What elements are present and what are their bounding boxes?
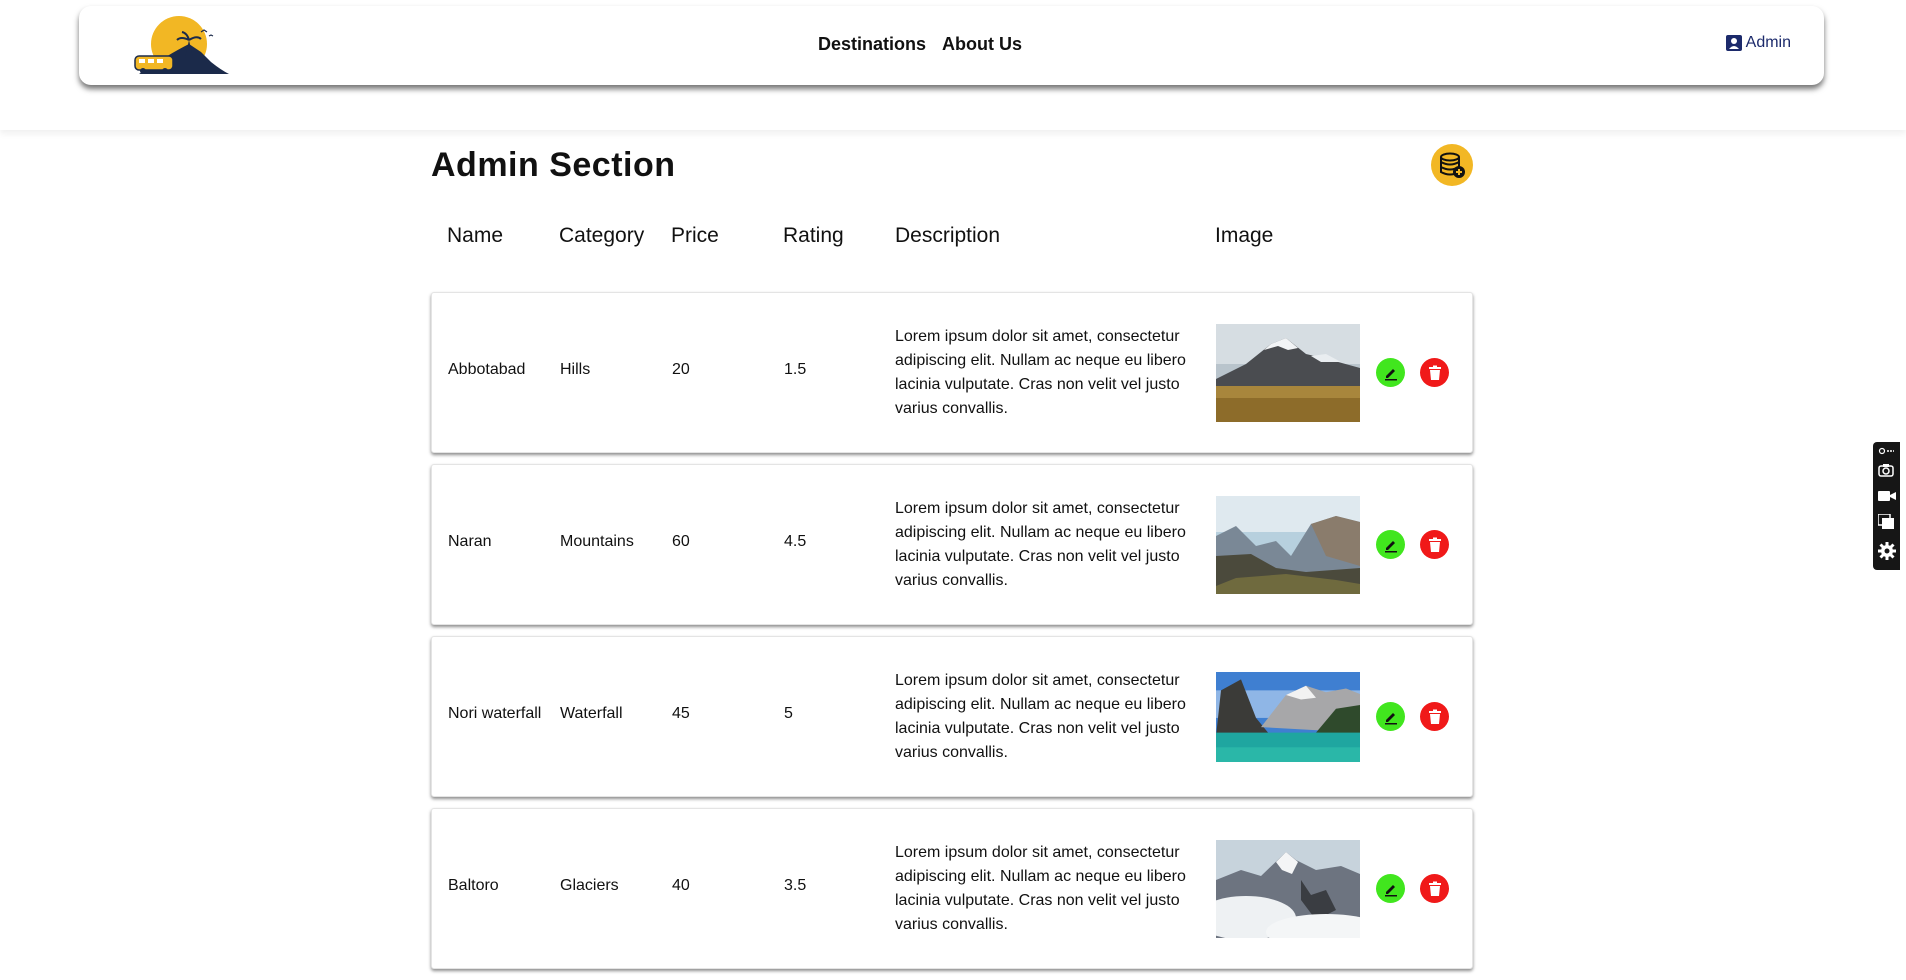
row-description: Lorem ipsum dolor sit amet, consectetur … [895, 328, 1186, 417]
trash-icon [1428, 881, 1441, 896]
row-rating: 4.5 [784, 533, 807, 550]
admin-label: Admin [1745, 34, 1791, 51]
table-row: Baltoro Glaciers 40 3.5 Lorem ipsum dolo… [431, 808, 1473, 969]
logo-icon[interactable] [129, 14, 229, 78]
row-price: 20 [672, 361, 690, 378]
row-category: Mountains [560, 533, 634, 550]
edit-button[interactable] [1376, 702, 1405, 731]
header-price: Price [671, 224, 719, 247]
nav-links: Destinations About Us [818, 34, 1022, 55]
pencil-icon [1384, 712, 1397, 724]
row-name: Baltoro [448, 877, 499, 894]
delete-button[interactable] [1420, 358, 1449, 387]
header-name: Name [447, 224, 504, 247]
row-rating: 3.5 [784, 877, 807, 894]
camera-icon[interactable] [1878, 462, 1894, 478]
trash-icon [1428, 537, 1441, 552]
pencil-icon [1384, 884, 1397, 896]
row-category: Waterfall [560, 705, 623, 722]
gear-icon[interactable] [1878, 542, 1896, 560]
header-description: Description [895, 224, 1001, 247]
pencil-icon [1384, 540, 1397, 552]
admin-link[interactable]: Admin [1725, 34, 1791, 52]
table-row: Naran Mountains 60 4.5 Lorem ipsum dolor… [431, 464, 1473, 625]
row-price: 40 [672, 877, 690, 894]
row-rating: 5 [784, 705, 793, 722]
video-icon[interactable] [1878, 488, 1896, 504]
delete-button[interactable] [1420, 702, 1449, 731]
delete-button[interactable] [1420, 530, 1449, 559]
row-rating: 1.5 [784, 361, 807, 378]
nav-destinations-link[interactable]: Destinations [818, 34, 926, 55]
edit-button[interactable] [1376, 530, 1405, 559]
table-header: Name Category Price Rating Description I… [431, 224, 1473, 254]
table-row: Abbotabad Hills 20 1.5 Lorem ipsum dolor… [431, 292, 1473, 453]
row-price: 60 [672, 533, 690, 550]
trash-icon [1428, 365, 1441, 380]
floating-toolbar [1873, 442, 1900, 570]
destination-image [1216, 840, 1360, 938]
destinations-list: Abbotabad Hills 20 1.5 Lorem ipsum dolor… [431, 292, 1473, 980]
add-destination-button[interactable] [1431, 144, 1473, 186]
page-title: Admin Section [431, 146, 676, 184]
header-image: Image [1215, 224, 1274, 247]
row-name: Naran [448, 533, 492, 550]
row-name: Abbotabad [448, 361, 526, 378]
user-square-icon [1725, 35, 1742, 51]
header-category: Category [559, 224, 645, 247]
row-description: Lorem ipsum dolor sit amet, consectetur … [895, 500, 1186, 589]
delete-button[interactable] [1420, 874, 1449, 903]
edit-button[interactable] [1376, 358, 1405, 387]
edit-button[interactable] [1376, 874, 1405, 903]
row-category: Glaciers [560, 877, 619, 894]
destination-image [1216, 324, 1360, 422]
database-add-icon [1440, 152, 1465, 178]
destination-image [1216, 496, 1360, 594]
row-description: Lorem ipsum dolor sit amet, consectetur … [895, 672, 1186, 761]
row-name: Nori waterfall [448, 705, 542, 722]
pencil-icon [1384, 368, 1397, 380]
copy-icon[interactable] [1878, 514, 1895, 530]
header-rating: Rating [783, 224, 844, 247]
link-icon[interactable] [1878, 446, 1894, 456]
destination-image [1216, 672, 1360, 762]
row-description: Lorem ipsum dolor sit amet, consectetur … [895, 844, 1186, 933]
navbar: Destinations About Us Admin [79, 6, 1824, 85]
row-price: 45 [672, 705, 690, 722]
trash-icon [1428, 709, 1441, 724]
row-category: Hills [560, 361, 591, 378]
nav-about-link[interactable]: About Us [942, 34, 1022, 55]
table-row: Nori waterfall Waterfall 45 5 Lorem ipsu… [431, 636, 1473, 797]
